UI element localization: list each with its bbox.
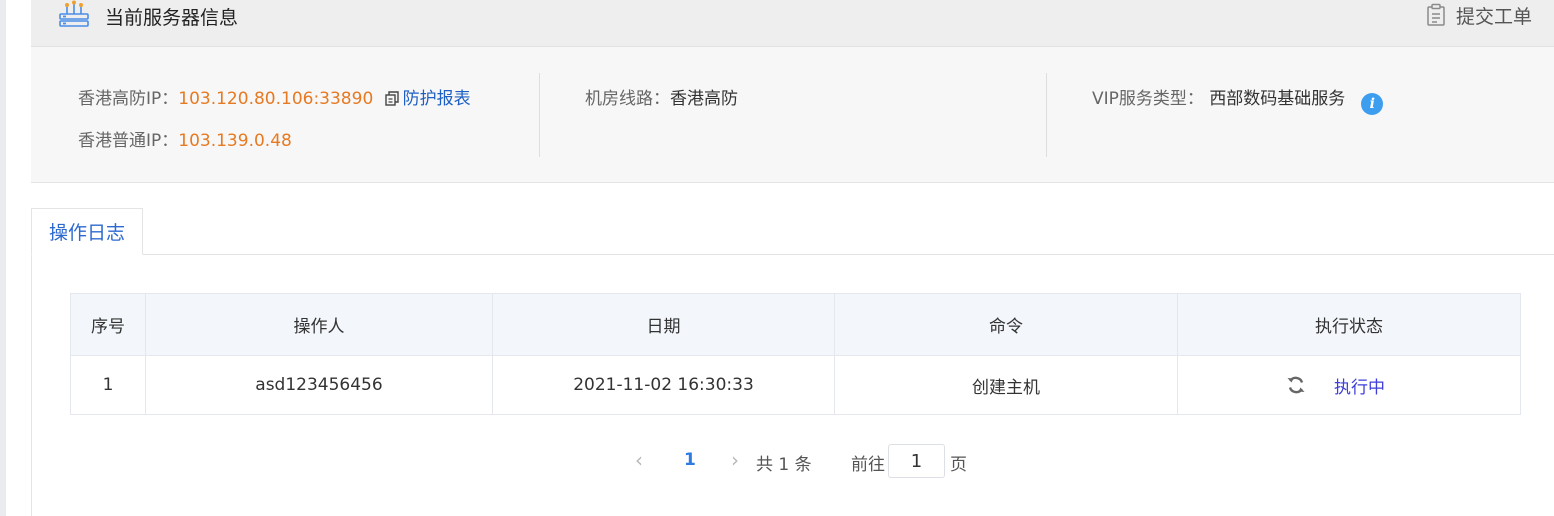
column-header-status: 执行状态	[1177, 293, 1521, 356]
left-scroll-strip	[0, 0, 6, 516]
page-number-current[interactable]: 1	[684, 450, 696, 470]
status-running-text: 执行中	[1334, 378, 1385, 398]
protection-report-link[interactable]: 防护报表	[403, 89, 471, 109]
cell-command: 创建主机	[834, 355, 1178, 415]
clipboard-icon	[1427, 3, 1445, 26]
page-title: 当前服务器信息	[105, 7, 239, 29]
server-icon	[59, 0, 89, 27]
cell-status: 执行中	[1177, 355, 1521, 415]
line-value: 香港高防	[670, 89, 738, 109]
hk-normal-ip-label: 香港普通IP：	[78, 131, 179, 151]
column-header-command: 命令	[834, 293, 1178, 356]
hk-ddos-ip-row: 香港高防IP：103.120.80.106:33890 防护报表	[78, 84, 471, 109]
pagination-total: 共 1 条	[756, 455, 812, 475]
cell-operator: asd123456456	[145, 355, 493, 415]
chevron-right-icon[interactable]: ›	[731, 448, 739, 472]
pagination-goto-label: 前往	[851, 455, 885, 475]
column-divider	[539, 73, 540, 157]
hk-ddos-ip-value: 103.120.80.106:33890	[178, 89, 374, 109]
line-label: 机房线路：	[585, 89, 670, 109]
hk-normal-ip-row: 香港普通IP：103.139.0.48	[78, 126, 292, 151]
copy-icon[interactable]	[384, 91, 399, 106]
column-divider	[1046, 73, 1047, 157]
hk-ddos-ip-label: 香港高防IP：	[78, 89, 179, 109]
page-jump-input[interactable]	[888, 444, 945, 478]
table-header-row: 序号 操作人 日期 命令 执行状态	[70, 293, 1521, 356]
column-header-operator: 操作人	[145, 293, 493, 356]
refresh-icon	[1287, 376, 1305, 394]
server-info-panel: 香港高防IP：103.120.80.106:33890 防护报表 香港普通IP：…	[31, 47, 1554, 183]
submit-ticket-button[interactable]: 提交工单	[1426, 2, 1532, 28]
server-info-header: 当前服务器信息 提交工单	[31, 0, 1554, 47]
column-header-date: 日期	[492, 293, 835, 356]
chevron-left-icon[interactable]: ‹	[635, 448, 643, 472]
table-row: 1 asd123456456 2021-11-02 16:30:33 创建主机 …	[70, 355, 1521, 415]
cell-index: 1	[70, 355, 146, 415]
pagination-page-suffix: 页	[950, 455, 967, 475]
vip-type-value: 西部数码基础服务	[1209, 89, 1346, 109]
info-icon[interactable]: i	[1361, 93, 1384, 115]
vip-type-row: VIP服务类型： 西部数码基础服务 i	[1092, 84, 1384, 115]
submit-ticket-label: 提交工单	[1455, 5, 1532, 28]
line-row: 机房线路：香港高防	[585, 84, 738, 109]
pagination: ‹ 1 › 共 1 条 前往 页	[0, 444, 1554, 478]
column-header-index: 序号	[70, 293, 146, 356]
tab-operation-log[interactable]: 操作日志	[31, 208, 143, 255]
vip-type-label: VIP服务类型：	[1092, 89, 1204, 109]
tabs-underline	[31, 254, 1554, 255]
cell-date: 2021-11-02 16:30:33	[492, 355, 835, 415]
hk-normal-ip-value: 103.139.0.48	[178, 131, 292, 151]
operation-log-table: 序号 操作人 日期 命令 执行状态 1 asd123456456 2021-11…	[70, 293, 1521, 415]
